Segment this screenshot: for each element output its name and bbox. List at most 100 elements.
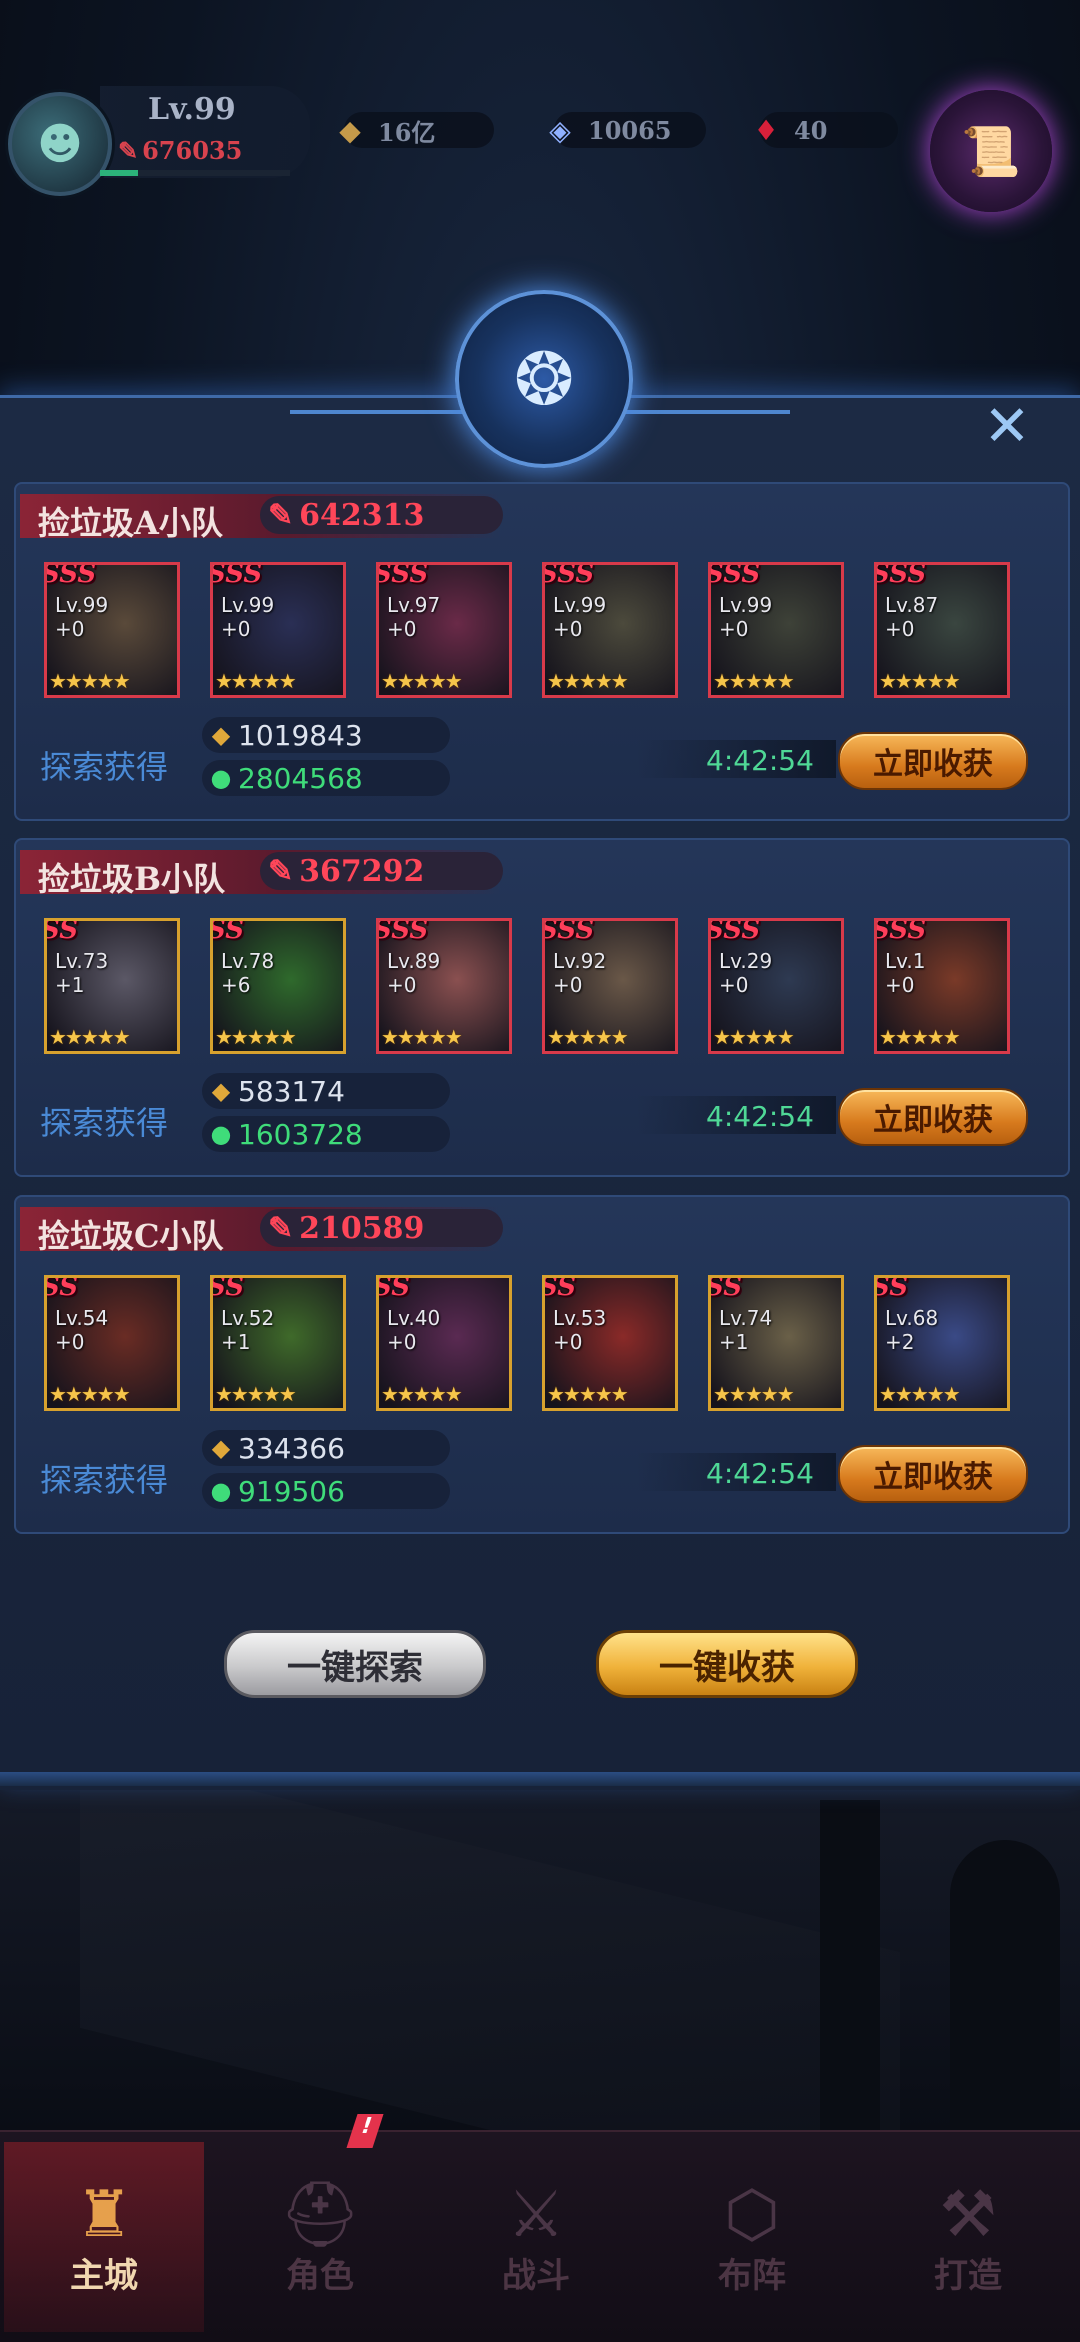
squad-power: ✎ 367292 <box>260 852 503 890</box>
hero-rank: SSS <box>708 562 761 589</box>
hero-level: Lv.97 <box>387 593 441 617</box>
xp-bar <box>100 170 290 176</box>
hero-stars: ★★★★★ <box>215 669 297 693</box>
nav-item[interactable]: ⬡ 布阵 <box>652 2142 852 2332</box>
hero-card[interactable]: SS Lv.68 +2 ★★★★★ <box>874 1275 1010 1411</box>
power-quill-icon: ✎ <box>268 497 294 533</box>
hero-card[interactable]: SS Lv.54 +0 ★★★★★ <box>44 1275 180 1411</box>
formation-icon: ⬡ <box>724 2177 780 2252</box>
hero-plus: +0 <box>387 973 417 997</box>
squad-card: 捡垃圾C小队 ✎ 210589 SS Lv.54 +0 ★★★★★ SS Lv.5… <box>14 1195 1070 1534</box>
hero-plus: +6 <box>221 973 251 997</box>
squad-power-value: 367292 <box>299 853 425 889</box>
nav-item[interactable]: ⚒ 打造 <box>868 2142 1068 2332</box>
nav-label: 打造 <box>934 2255 1002 2296</box>
hero-rank: SS <box>376 1275 410 1302</box>
power-quill-icon: ✎ <box>268 853 294 889</box>
nav-item[interactable]: ♜ 主城 <box>4 2142 204 2332</box>
loot-label: 探索获得 <box>40 748 169 786</box>
hero-card[interactable]: SSS Lv.99 +0 ★★★★★ <box>708 562 844 698</box>
green-loot: ● 2804568 <box>202 760 450 796</box>
hero-plus: +1 <box>719 1330 749 1354</box>
xp-bar-fill <box>100 170 138 176</box>
gem-resource[interactable]: ♦ 40 <box>753 112 898 148</box>
hero-card[interactable]: SS Lv.74 +1 ★★★★★ <box>708 1275 844 1411</box>
hero-stars: ★★★★★ <box>49 1025 131 1049</box>
hero-level: Lv.68 <box>885 1306 939 1330</box>
quest-scroll-button[interactable]: 📜 <box>930 90 1052 212</box>
hero-card[interactable]: SSS Lv.89 +0 ★★★★★ <box>376 918 512 1054</box>
hero-card[interactable]: SSS Lv.99 +0 ★★★★★ <box>210 562 346 698</box>
collect-now-button[interactable]: 立即收获 <box>838 1088 1028 1146</box>
hero-rank: SS <box>210 918 244 945</box>
hero-rank: SSS <box>210 562 263 589</box>
gold-resource[interactable]: ◆ 16亿 <box>339 112 494 148</box>
player-avatar[interactable]: ☻ <box>8 92 112 196</box>
hero-stars: ★★★★★ <box>879 1382 961 1406</box>
hero-card[interactable]: SS Lv.52 +1 ★★★★★ <box>210 1275 346 1411</box>
gem-resource-value: 40 <box>794 115 828 145</box>
gold-coin-icon: ◆ <box>211 1077 231 1105</box>
collect-now-button[interactable]: 立即收获 <box>838 1445 1028 1503</box>
hero-rank: SSS <box>376 562 429 589</box>
hero-card[interactable]: SS Lv.78 +6 ★★★★★ <box>210 918 346 1054</box>
hero-card[interactable]: SSS Lv.99 +0 ★★★★★ <box>44 562 180 698</box>
hero-level: Lv.73 <box>55 949 109 973</box>
hero-rank: SSS <box>376 918 429 945</box>
close-button[interactable]: ✕ <box>980 399 1034 455</box>
gold-loot: ◆ 1019843 <box>202 717 450 753</box>
scroll-icon: 📜 <box>961 123 1021 180</box>
hero-card[interactable]: SS Lv.40 +0 ★★★★★ <box>376 1275 512 1411</box>
hero-stars: ★★★★★ <box>49 669 131 693</box>
collect-now-button[interactable]: 立即收获 <box>838 732 1028 790</box>
hero-stars: ★★★★★ <box>547 669 629 693</box>
hero-stars: ★★★★★ <box>879 669 961 693</box>
crossed-swords-icon: ⚔ <box>507 2177 565 2252</box>
hero-card[interactable]: SSS Lv.97 +0 ★★★★★ <box>376 562 512 698</box>
hero-plus: +0 <box>885 617 915 641</box>
player-level: Lv.99 <box>148 92 236 127</box>
hero-plus: +0 <box>55 1330 85 1354</box>
gold-coin-icon: ◆ <box>211 1434 231 1462</box>
player-power-value: 676035 <box>142 136 243 165</box>
player-power: ✎ 676035 <box>118 136 242 165</box>
squad-card: 捡垃圾A小队 ✎ 642313 SSS Lv.99 +0 ★★★★★ SSS Lv… <box>14 482 1070 821</box>
green-loot: ● 919506 <box>202 1473 450 1509</box>
hero-level: Lv.53 <box>553 1306 607 1330</box>
hero-plus: +0 <box>387 617 417 641</box>
hero-card[interactable]: SSS Lv.1 +0 ★★★★★ <box>874 918 1010 1054</box>
hero-card[interactable]: SSS Lv.92 +0 ★★★★★ <box>542 918 678 1054</box>
hero-plus: +0 <box>553 973 583 997</box>
squad-header: 捡垃圾B小队 ✎ 367292 <box>20 850 503 898</box>
explore-timer: 4:42:54 <box>706 1457 814 1490</box>
green-loot-value: 2804568 <box>238 761 363 795</box>
hero-level: Lv.99 <box>55 593 109 617</box>
hero-level: Lv.99 <box>553 593 607 617</box>
hero-rank: SSS <box>708 918 761 945</box>
hero-card[interactable]: SSS Lv.29 +0 ★★★★★ <box>708 918 844 1054</box>
hero-card[interactable]: SSS Lv.87 +0 ★★★★★ <box>874 562 1010 698</box>
hero-plus: +1 <box>55 973 85 997</box>
squad-power: ✎ 642313 <box>260 496 503 534</box>
gold-coin-icon: ◆ <box>339 113 361 147</box>
nav-item[interactable]: ⚔ 战斗 <box>436 2142 636 2332</box>
hero-level: Lv.87 <box>885 593 939 617</box>
diamond-resource[interactable]: ◈ 10065 <box>549 112 706 148</box>
hero-stars: ★★★★★ <box>215 1382 297 1406</box>
squad-card: 捡垃圾B小队 ✎ 367292 SS Lv.73 +1 ★★★★★ SS Lv.7… <box>14 838 1070 1177</box>
hero-card[interactable]: SSS Lv.99 +0 ★★★★★ <box>542 562 678 698</box>
red-gem-icon: ♦ <box>753 113 779 147</box>
panel-bottom-edge <box>0 1772 1080 1786</box>
harvest-all-button[interactable]: 一键收获 <box>596 1630 858 1698</box>
explore-all-button[interactable]: 一键探索 <box>224 1630 486 1698</box>
hero-level: Lv.74 <box>719 1306 773 1330</box>
hero-card[interactable]: SS Lv.53 +0 ★★★★★ <box>542 1275 678 1411</box>
hero-plus: +0 <box>221 617 251 641</box>
nav-item[interactable]: ⛑ 角色 <box>220 2142 420 2332</box>
hero-stars: ★★★★★ <box>381 1025 463 1049</box>
hero-card[interactable]: SS Lv.73 +1 ★★★★★ <box>44 918 180 1054</box>
squad-name: 捡垃圾B小队 <box>38 860 226 898</box>
nav-label: 角色 <box>286 2256 354 2296</box>
squad-power-value: 210589 <box>299 1210 425 1246</box>
hero-rank: SSS <box>542 918 595 945</box>
